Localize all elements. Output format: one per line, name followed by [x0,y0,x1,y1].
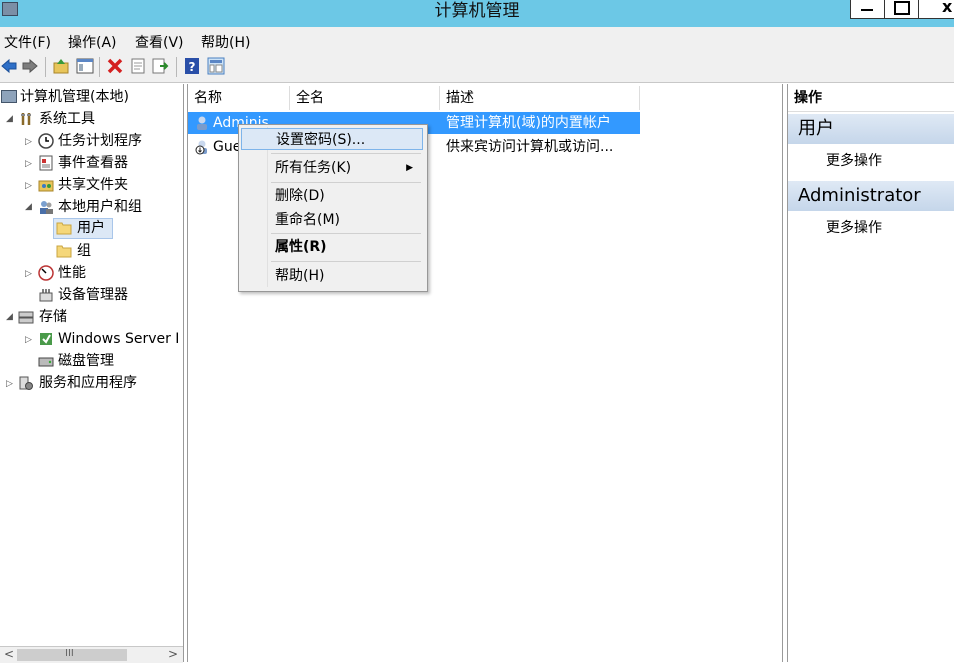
minimize-button[interactable] [850,0,885,19]
tree-label: 用户 [77,220,105,236]
toolbar-separator [99,57,100,77]
context-menu-gutter [267,127,268,287]
menu-view[interactable]: 查看(V) [135,32,184,52]
device-manager-icon [38,287,54,302]
menu-item-label: 所有任务(K) [275,160,352,176]
services-icon [18,375,34,390]
menu-item-properties[interactable]: 属性(R) [241,236,423,258]
menu-bar: 文件(F) 操作(A) 查看(V) 帮助(H) [0,27,954,53]
title-bar: 计算机管理 x [0,0,954,27]
show-action-pane-icon[interactable] [207,57,225,75]
tree-item-users-selected[interactable]: 用户 [53,218,113,239]
column-header-name[interactable]: 名称 [188,86,290,110]
close-icon: x [942,0,953,16]
scroll-thumb[interactable]: III [17,648,127,661]
toolbar-separator [176,57,177,77]
expand-arrow-icon[interactable]: ▷ [25,176,32,196]
actions-header: 操作 [788,84,954,112]
tree-label: 事件查看器 [58,155,128,171]
tree-label: 任务计划程序 [58,133,142,149]
column-header-description[interactable]: 描述 [440,86,640,110]
menu-separator [271,153,421,154]
menu-file[interactable]: 文件(F) [4,32,51,52]
tree-label: 计算机管理(本地) [20,89,129,105]
expand-arrow-icon[interactable]: ▷ [6,374,13,394]
more-actions-link-users[interactable]: 更多操作 [826,150,882,170]
user-description: 管理计算机(域)的内置帐户 [446,115,611,131]
show-hide-tree-icon[interactable] [76,57,94,75]
column-header-fullname[interactable]: 全名 [290,86,440,110]
shared-folder-icon [38,177,54,192]
delete-icon[interactable] [106,57,124,75]
up-folder-icon[interactable] [52,57,70,75]
menu-item-all-tasks[interactable]: 所有任务(K) ▶ [241,157,423,179]
svg-text:?: ? [189,60,196,74]
performance-icon [38,265,54,281]
more-actions-link-administrator[interactable]: 更多操作 [826,217,882,237]
scroll-right-arrow[interactable]: > [168,647,178,661]
computer-management-icon [1,90,17,103]
collapse-arrow-icon[interactable]: ◢ [6,307,13,327]
horizontal-scrollbar[interactable]: < III > [0,646,183,663]
console-tree: 计算机管理(本地) ◢ 系统工具 ▷ 任务计划程序 ▷ 事件查看器 ▷ 共享文件… [0,84,184,663]
tree-label: 存储 [39,309,67,325]
actions-pane: 操作 用户 更多操作 Administrator 更多操作 [787,84,954,662]
collapse-arrow-icon[interactable]: ◢ [6,109,13,129]
windows-backup-icon [38,331,54,345]
expand-arrow-icon[interactable]: ▷ [25,132,32,152]
help-icon[interactable]: ? [183,57,201,75]
maximize-icon [894,1,910,15]
scroll-grip: III [65,648,74,659]
actions-section-administrator[interactable]: Administrator [788,181,954,211]
menu-item-set-password[interactable]: 设置密码(S)... [241,128,423,150]
menu-item-help[interactable]: 帮助(H) [241,265,423,287]
tree-label: 性能 [58,265,86,281]
export-list-icon[interactable] [151,57,169,75]
event-viewer-icon [38,155,54,171]
tree-label: 设备管理器 [58,287,128,303]
menu-item-delete[interactable]: 删除(D) [241,185,423,207]
menu-separator [271,182,421,183]
expand-arrow-icon[interactable]: ▷ [25,154,32,174]
menu-help[interactable]: 帮助(H) [201,32,250,52]
user-description: 供来宾访问计算机或访问... [446,139,614,155]
window-title: 计算机管理 [434,1,520,21]
scroll-left-arrow[interactable]: < [4,647,14,661]
tree-label: 组 [77,243,91,259]
folder-icon [56,221,72,235]
submenu-arrow-icon: ▶ [406,163,413,173]
menu-action[interactable]: 操作(A) [68,32,117,52]
menu-item-rename[interactable]: 重命名(M) [241,209,423,231]
disk-icon [38,353,54,367]
tree-label: Windows Server I [58,331,180,347]
tree-label: 服务和应用程序 [39,375,137,391]
tools-icon [20,112,36,126]
tree-item-windows-server-backup[interactable]: ▷ Windows Server I [0,329,183,349]
expand-arrow-icon[interactable]: ▷ [25,330,32,349]
folder-icon [56,244,72,258]
toolbar: ? [0,53,954,83]
properties-icon[interactable] [129,57,147,75]
close-button[interactable]: x [918,0,954,19]
toolbar-separator [45,57,46,77]
context-menu: 设置密码(S)... 所有任务(K) ▶ 删除(D) 重命名(M) 属性(R) … [238,124,428,292]
back-icon[interactable] [0,57,18,75]
actions-section-users[interactable]: 用户 [788,114,954,144]
disabled-user-icon [194,139,210,162]
users-group-icon [38,199,54,214]
tree-label: 系统工具 [39,111,95,127]
tree-label: 本地用户和组 [58,199,142,215]
user-icon [194,115,210,138]
tree-label: 共享文件夹 [58,177,128,193]
minimize-icon [861,9,873,11]
maximize-button[interactable] [884,0,919,19]
menu-separator [271,261,421,262]
expand-arrow-icon[interactable]: ▷ [25,264,32,284]
forward-icon[interactable] [21,57,39,75]
menu-separator [271,233,421,234]
storage-icon [18,309,34,324]
clock-icon [38,133,54,149]
collapse-arrow-icon[interactable]: ◢ [25,197,32,217]
tree-label: 磁盘管理 [58,353,114,369]
